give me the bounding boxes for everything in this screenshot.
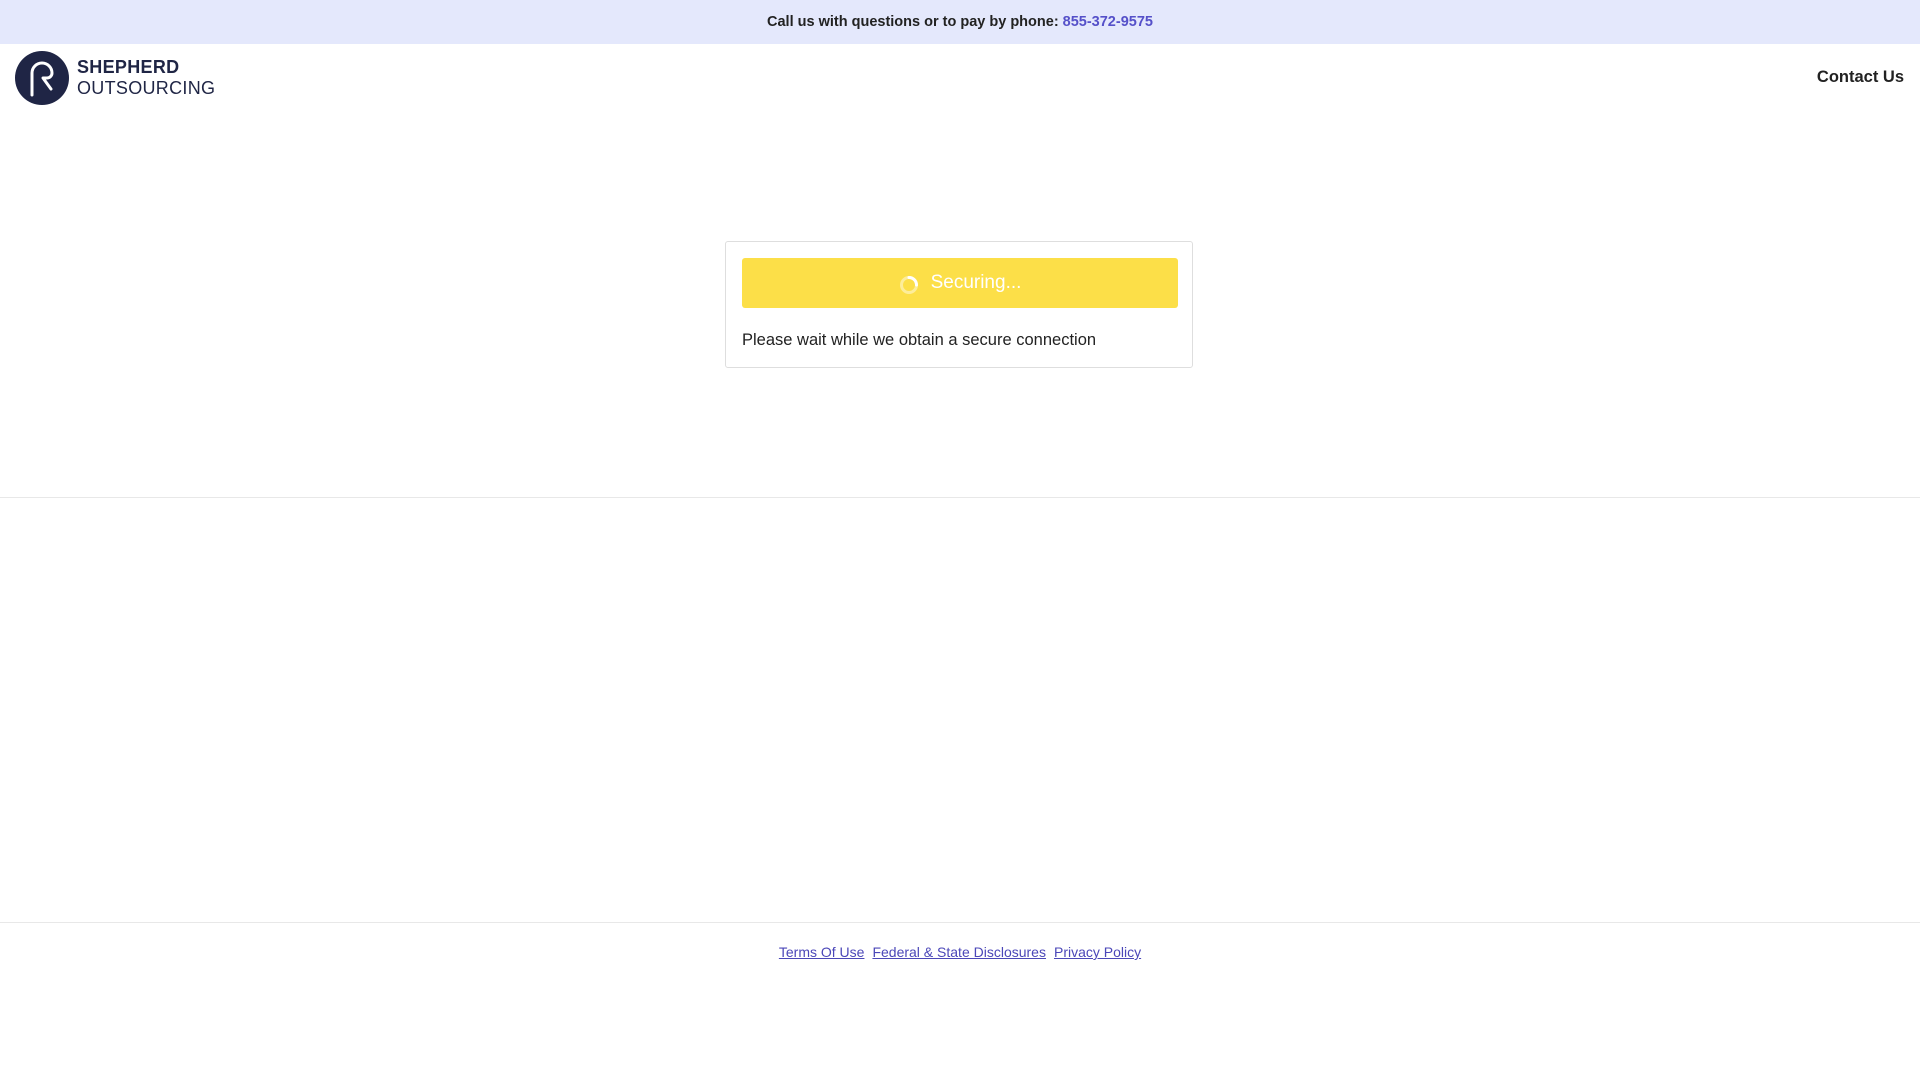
contact-us-link[interactable]: Contact Us: [1817, 68, 1904, 87]
phone-banner-text: Call us with questions or to pay by phon…: [767, 14, 1059, 30]
site-header: SHEPHERD OUTSOURCING Contact Us: [0, 44, 1920, 114]
disclosures-link[interactable]: Federal & State Disclosures: [872, 944, 1046, 960]
terms-of-use-link[interactable]: Terms Of Use: [779, 944, 865, 960]
loading-spinner-icon: [899, 275, 918, 294]
securing-button[interactable]: Securing...: [742, 258, 1178, 308]
content-divider: [0, 497, 1920, 498]
shepherd-crook-logo-icon: [15, 51, 69, 105]
privacy-policy-link[interactable]: Privacy Policy: [1054, 944, 1141, 960]
phone-banner: Call us with questions or to pay by phon…: [0, 0, 1920, 44]
wait-message: Please wait while we obtain a secure con…: [742, 331, 1097, 349]
phone-number-link[interactable]: 855-372-9575: [1063, 14, 1153, 30]
secure-connection-card: Securing... Please wait while we obtain …: [725, 241, 1193, 368]
brand-name: SHEPHERD OUTSOURCING: [77, 57, 215, 99]
brand-name-line2: OUTSOURCING: [77, 78, 216, 98]
securing-button-label: Securing...: [930, 272, 1022, 293]
brand-name-line1: SHEPHERD: [77, 57, 180, 77]
footer-links: Terms Of Use Federal & State Disclosures…: [0, 944, 1920, 960]
footer-divider: [0, 922, 1920, 923]
brand-logo[interactable]: SHEPHERD OUTSOURCING: [15, 51, 215, 105]
